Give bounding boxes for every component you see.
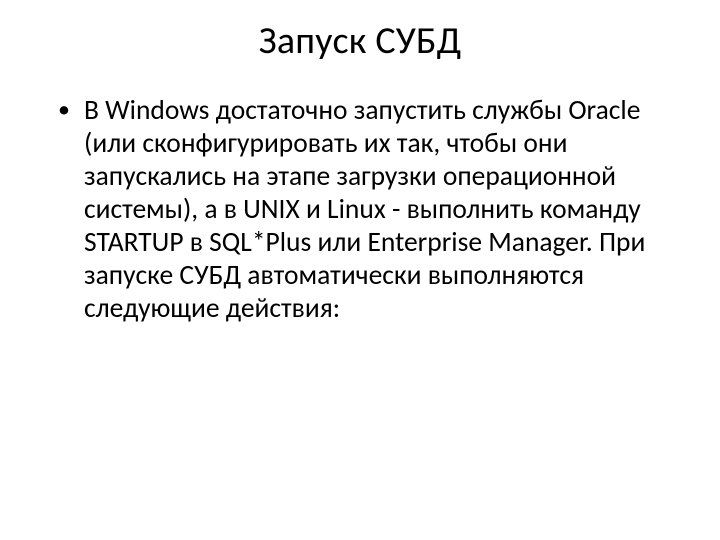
bullet-list: В Windows достаточно запустить службы Or… [58,94,680,325]
slide: Запуск СУБД В Windows достаточно запусти… [0,0,720,540]
list-item: В Windows достаточно запустить службы Or… [58,94,680,325]
slide-body: В Windows достаточно запустить службы Or… [40,94,680,325]
slide-title: Запуск СУБД [40,18,680,64]
